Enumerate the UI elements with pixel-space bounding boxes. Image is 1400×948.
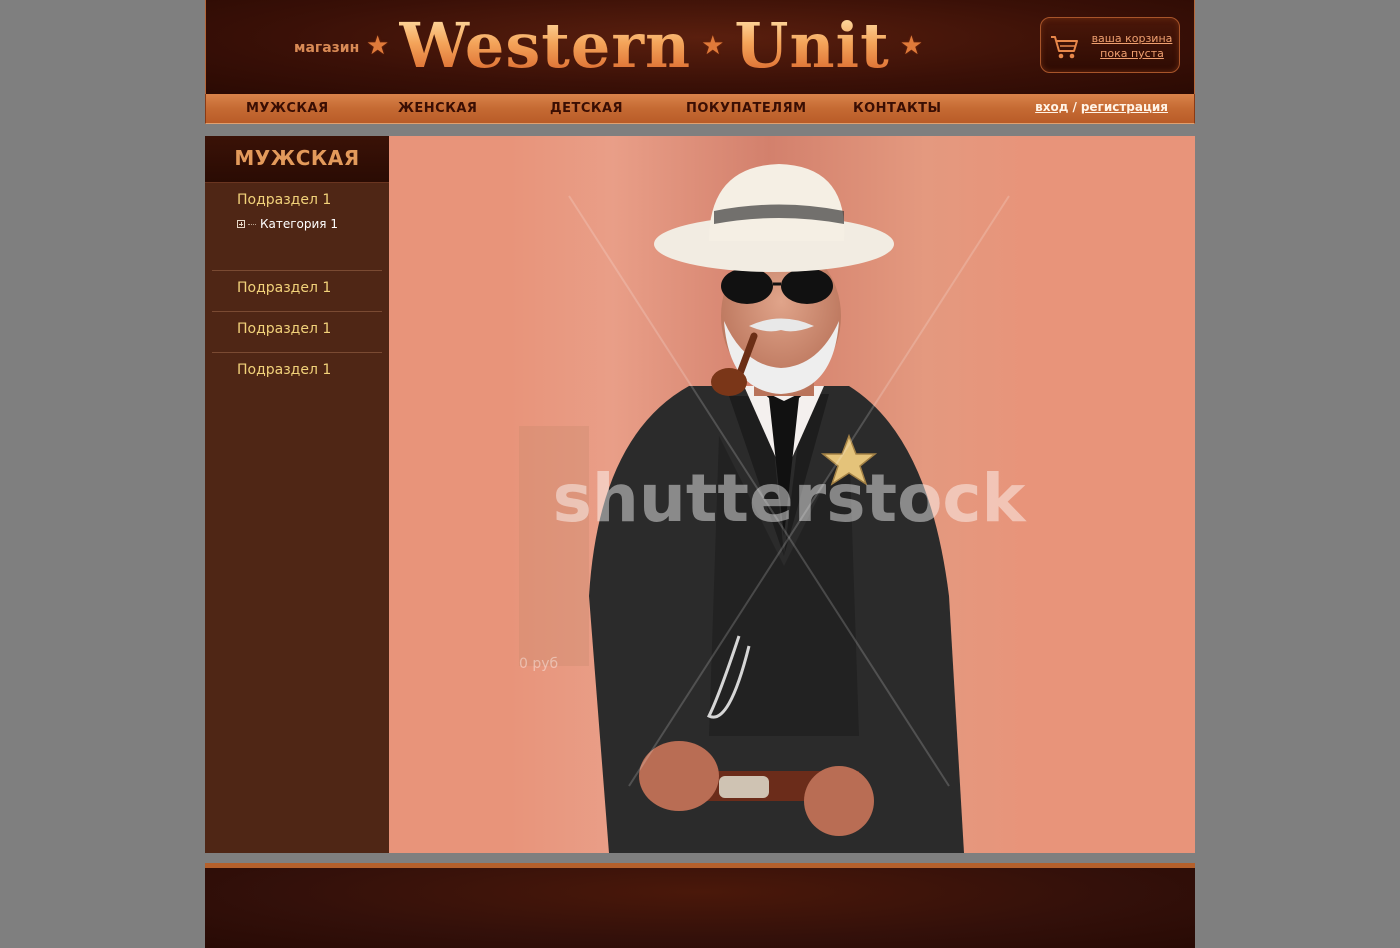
sidebar-divider bbox=[212, 270, 382, 271]
cowboy-sheriff-illustration: shutterstock 0 руб bbox=[389, 136, 1195, 853]
auth-separator: / bbox=[1072, 100, 1077, 114]
cart-status[interactable]: ваша корзина пока пуста bbox=[1087, 31, 1177, 61]
star-icon: ★ bbox=[701, 31, 725, 61]
site-header: магазин ★ Western ★ Unit ★ ваша корзина … bbox=[205, 0, 1195, 94]
price-fragment: 0 руб bbox=[519, 656, 558, 672]
nav-item-customers[interactable]: ПОКУПАТЕЛЯМ bbox=[686, 101, 807, 116]
watermark-text: shutterstock bbox=[553, 460, 1028, 537]
logo-word-unit: Unit bbox=[734, 9, 890, 82]
sidebar-subsection[interactable]: Подраздел 1 bbox=[237, 192, 331, 208]
nav-item-contacts[interactable]: КОНТАКТЫ bbox=[853, 101, 941, 116]
cart-widget[interactable]: ваша корзина пока пуста bbox=[1040, 17, 1180, 73]
login-link[interactable]: вход bbox=[1035, 100, 1068, 114]
sidebar-category[interactable]: Категория 1 bbox=[237, 217, 338, 231]
nav-item-women[interactable]: ЖЕНСКАЯ bbox=[398, 101, 477, 116]
sidebar-divider bbox=[212, 352, 382, 353]
register-link[interactable]: регистрация bbox=[1081, 100, 1168, 114]
sidebar-title: МУЖСКАЯ bbox=[234, 146, 360, 170]
sidebar-divider bbox=[212, 311, 382, 312]
star-icon: ★ bbox=[899, 31, 924, 61]
site-footer bbox=[205, 868, 1195, 948]
shop-word: магазин bbox=[294, 40, 360, 56]
main-nav: МУЖСКАЯ ЖЕНСКАЯ ДЕТСКАЯ ПОКУПАТЕЛЯМ КОНТ… bbox=[205, 94, 1195, 124]
star-icon: ★ bbox=[366, 31, 390, 61]
sidebar-subsection[interactable]: Подраздел 1 bbox=[237, 280, 331, 296]
nav-item-men[interactable]: МУЖСКАЯ bbox=[246, 101, 329, 116]
site-logo[interactable]: ★ Western ★ Unit ★ bbox=[366, 6, 923, 86]
page: магазин ★ Western ★ Unit ★ ваша корзина … bbox=[205, 0, 1195, 948]
sidebar-category-label[interactable]: Категория 1 bbox=[260, 217, 338, 231]
cart-status-line1[interactable]: ваша корзина bbox=[1087, 31, 1177, 46]
sidebar: МУЖСКАЯ Подраздел 1 Категория 1 Подразде… bbox=[205, 136, 389, 853]
sidebar-header: МУЖСКАЯ bbox=[205, 136, 389, 183]
sidebar-subsection[interactable]: Подраздел 1 bbox=[237, 362, 331, 378]
cart-status-line2[interactable]: пока пуста bbox=[1087, 46, 1177, 61]
plus-expand-icon[interactable] bbox=[237, 220, 245, 228]
hero-image: shutterstock 0 руб bbox=[389, 136, 1195, 853]
nav-item-kids[interactable]: ДЕТСКАЯ bbox=[550, 101, 623, 116]
auth-links: вход / регистрация bbox=[1035, 100, 1168, 114]
cart-icon bbox=[1051, 36, 1078, 59]
sidebar-subsection[interactable]: Подраздел 1 bbox=[237, 321, 331, 337]
logo-word-western: Western bbox=[399, 9, 692, 82]
tree-connector bbox=[248, 223, 256, 225]
